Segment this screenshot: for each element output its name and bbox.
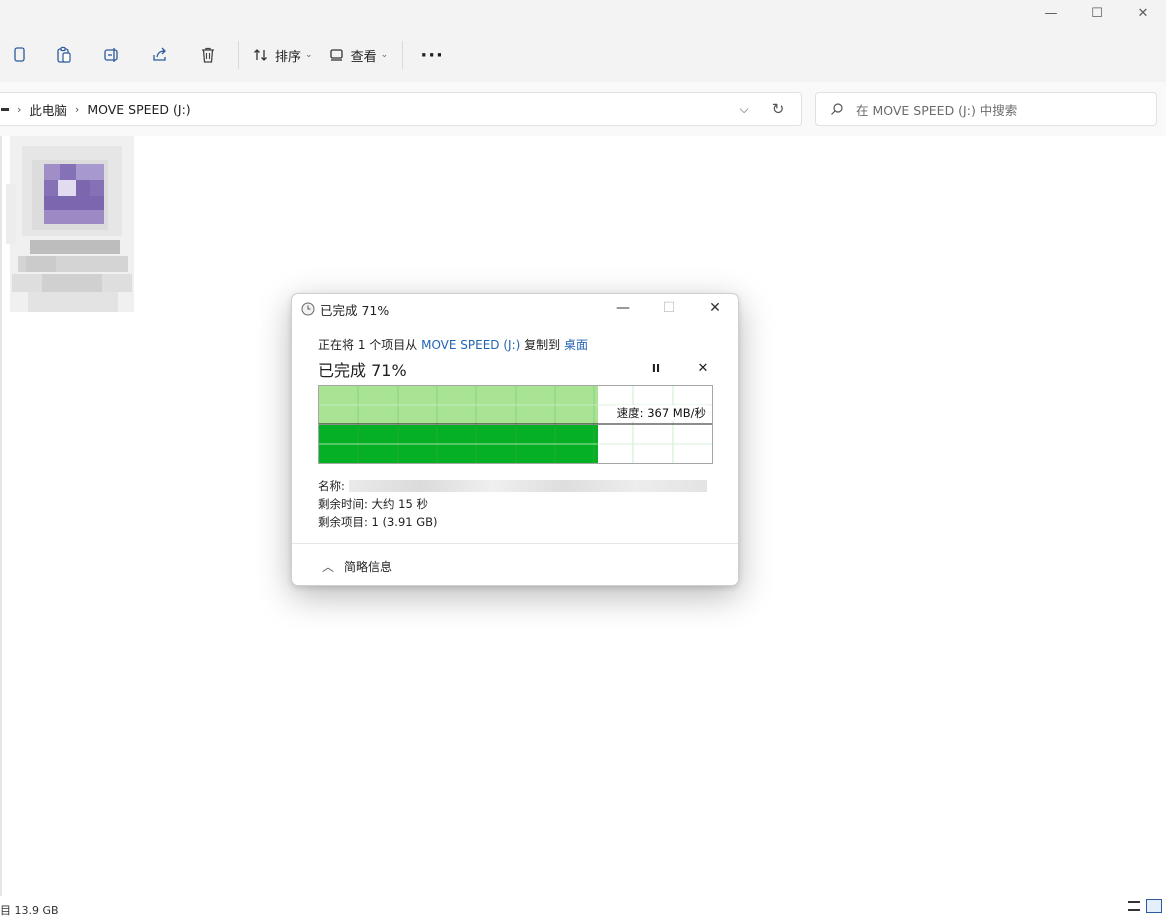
copy-description: 正在将 1 个项目从 MOVE SPEED (J:) 复制到 桌面	[318, 336, 588, 353]
trash-icon	[202, 47, 214, 63]
view-button[interactable]: 查看 ⌄	[321, 38, 397, 72]
view-icon	[329, 49, 343, 61]
dialog-title: 已完成 71%	[320, 302, 390, 318]
toolbar-divider	[402, 41, 404, 69]
maximize-button[interactable]: ☐	[1074, 0, 1120, 26]
cancel-button[interactable]: ✕	[695, 360, 711, 376]
chevron-right-icon: ›	[17, 102, 22, 116]
paste-button[interactable]	[40, 38, 88, 72]
dialog-title-bar[interactable]: 已完成 71% — ☐ ✕	[292, 294, 738, 324]
window-controls: — ☐ ✕	[1028, 0, 1166, 26]
name-label: 名称:	[318, 479, 345, 493]
chevron-right-icon: ›	[74, 102, 80, 116]
share-button[interactable]	[136, 38, 184, 72]
sort-icon	[254, 49, 267, 61]
redacted-file-name	[348, 480, 707, 492]
copy-progress-dialog: 已完成 71% — ☐ ✕ 正在将 1 个项目从 MOVE SPEED (J:)…	[291, 293, 739, 586]
destination-link[interactable]: 桌面	[564, 338, 588, 352]
rename-button[interactable]	[88, 38, 136, 72]
copy-icon	[14, 47, 25, 62]
clock-icon	[301, 302, 315, 316]
address-bar-row: › 此电脑 › MOVE SPEED (J:) ⌵ ↻ 在 MOVE SPEED…	[0, 82, 1166, 136]
sort-button[interactable]: 排序 ⌄	[245, 38, 321, 72]
less-info-button[interactable]: 简略信息	[344, 558, 392, 575]
chevron-up-icon[interactable]: ︿	[322, 558, 334, 575]
dialog-maximize-button: ☐	[662, 300, 676, 316]
time-remaining-row: 剩余时间: 大约 15 秒	[318, 495, 707, 513]
dialog-minimize-button[interactable]: —	[600, 294, 646, 322]
status-bar: 目 13.9 GB	[0, 896, 1166, 917]
history-dropdown-button[interactable]: ⌵	[727, 102, 761, 117]
copy-description-middle: 复制到	[524, 338, 561, 352]
breadcrumb-drive[interactable]: MOVE SPEED (J:)	[87, 102, 190, 117]
items-remaining-row: 剩余项目: 1 (3.91 GB)	[318, 513, 707, 531]
file-item-redacted[interactable]	[6, 134, 136, 316]
dialog-footer: ︿ 简略信息	[292, 543, 738, 585]
progress-heading: 已完成 71%	[318, 361, 407, 380]
paste-icon	[57, 46, 71, 63]
address-actions: ⌵ ↻	[727, 93, 795, 125]
search-placeholder: 在 MOVE SPEED (J:) 中搜索	[856, 102, 1018, 118]
refresh-button[interactable]: ↻	[761, 100, 795, 118]
throughput-graph: 速度: 367 MB/秒	[318, 385, 713, 464]
toolbar-divider	[238, 41, 239, 69]
breadcrumb-this-pc[interactable]: 此电脑	[29, 100, 67, 119]
view-label: 查看	[350, 49, 377, 65]
delete-button[interactable]	[184, 38, 232, 72]
throughput-graph-canvas	[319, 386, 712, 463]
details-view-icon[interactable]	[1128, 901, 1140, 911]
minimize-button[interactable]: —	[1028, 0, 1074, 26]
name-row: 名称:	[318, 477, 707, 495]
status-text: 目 13.9 GB	[0, 904, 59, 917]
dialog-window-controls: — ☐ ✕	[600, 294, 738, 322]
more-options-button[interactable]: ···	[409, 38, 455, 72]
sort-label: 排序	[275, 49, 302, 65]
speed-label: 速度: 367 MB/秒	[614, 405, 708, 421]
drive-icon	[1, 107, 9, 111]
search-box[interactable]: 在 MOVE SPEED (J:) 中搜索	[815, 92, 1157, 126]
chevron-down-icon: ⌄	[380, 50, 389, 60]
toolbar: 排序 ⌄ 查看 ⌄ ···	[0, 38, 455, 72]
transfer-details: 名称: 剩余时间: 大约 15 秒 剩余项目: 1 (3.91 GB)	[318, 477, 707, 531]
search-icon	[831, 103, 843, 115]
pause-button[interactable]: II	[648, 360, 664, 376]
close-button[interactable]: ✕	[1120, 0, 1166, 26]
rename-icon	[104, 48, 118, 62]
items-remaining: 剩余项目: 1 (3.91 GB)	[318, 515, 438, 529]
share-icon	[153, 47, 166, 61]
copy-description-prefix: 正在将 1 个项目从	[318, 338, 418, 352]
chevron-down-icon: ⌄	[305, 50, 313, 60]
dialog-close-button[interactable]: ✕	[692, 294, 738, 322]
address-bar[interactable]: › 此电脑 › MOVE SPEED (J:) ⌵ ↻	[0, 92, 802, 126]
explorer-command-bar: — ☐ ✕ 排序 ⌄ 查看 ⌄ ···	[0, 0, 1166, 83]
copy-button[interactable]	[0, 38, 40, 72]
source-link[interactable]: MOVE SPEED (J:)	[421, 338, 520, 352]
time-remaining: 剩余时间: 大约 15 秒	[318, 497, 428, 511]
pane-divider	[0, 136, 2, 896]
